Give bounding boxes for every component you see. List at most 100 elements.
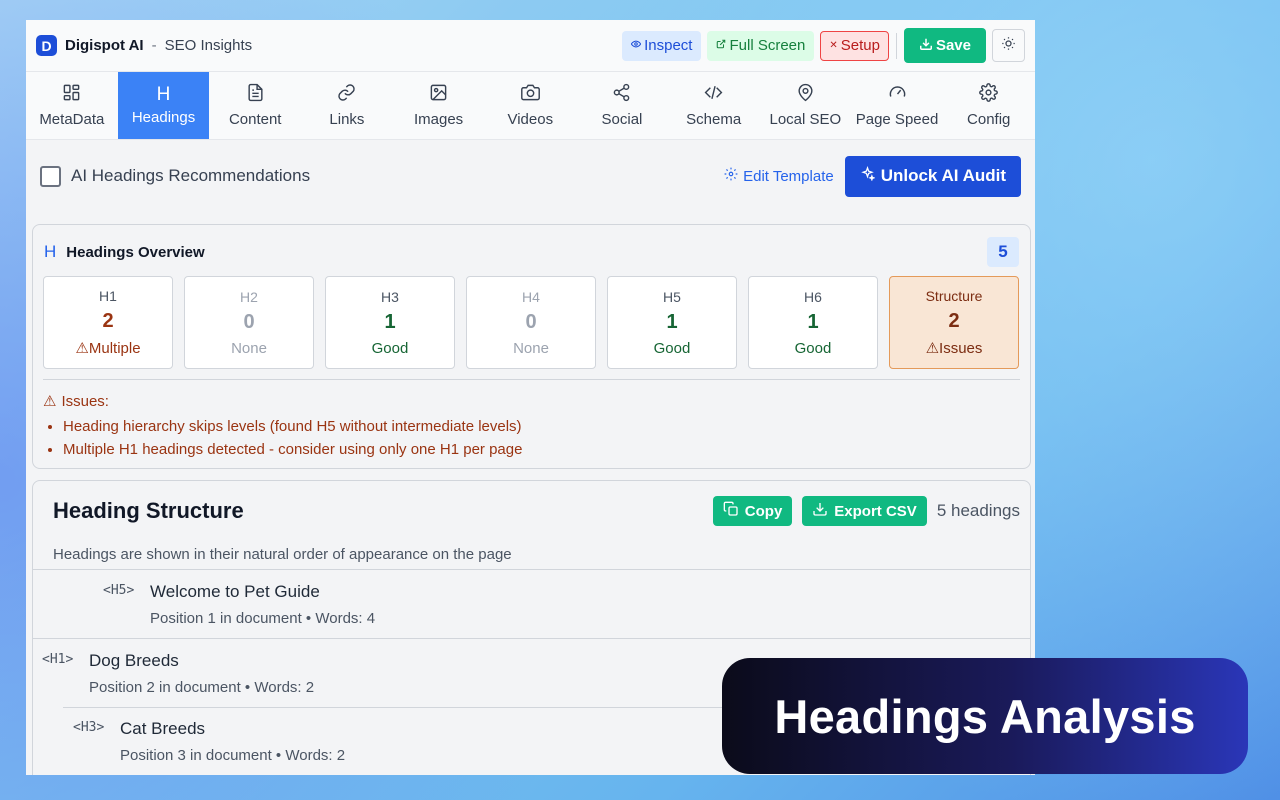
card-value: 2 bbox=[102, 310, 114, 332]
h6-card: H6 1 Good bbox=[748, 276, 878, 369]
warning-icon: ⚠ bbox=[75, 340, 89, 357]
copy-label: Copy bbox=[744, 502, 783, 520]
save-label: Save bbox=[935, 37, 971, 54]
heading-tag: <H5> bbox=[103, 583, 135, 598]
issue-item: Multiple H1 headings detected - consider… bbox=[63, 438, 1020, 461]
card-status: Good bbox=[794, 339, 832, 357]
card-label: H5 bbox=[663, 288, 681, 305]
download-icon bbox=[919, 37, 933, 55]
ai-recommendations-checkbox[interactable] bbox=[40, 165, 61, 187]
card-status: Good bbox=[371, 339, 409, 357]
sun-icon bbox=[1001, 36, 1016, 56]
heading-tag: <H1> bbox=[42, 652, 74, 667]
card-label: H4 bbox=[522, 288, 540, 305]
promo-badge: Headings Analysis bbox=[722, 658, 1248, 774]
card-status-text: Multiple bbox=[88, 340, 141, 357]
tab-schema[interactable]: Schema bbox=[668, 72, 760, 139]
setup-button[interactable]: ✕ Setup bbox=[820, 30, 889, 61]
tab-images[interactable]: Images bbox=[393, 72, 485, 139]
tab-content[interactable]: Content bbox=[209, 72, 301, 139]
tab-label: MetaData bbox=[39, 111, 105, 128]
tab-social[interactable]: Social bbox=[576, 72, 668, 139]
issues-list: Heading hierarchy skips levels (found H5… bbox=[43, 415, 1020, 461]
tab-label: Content bbox=[228, 111, 282, 128]
tab-page-speed[interactable]: Page Speed bbox=[851, 72, 943, 139]
tab-local-seo[interactable]: Local SEO bbox=[760, 72, 852, 139]
tab-label: Videos bbox=[507, 111, 554, 128]
edit-template-label: Edit Template bbox=[743, 167, 834, 185]
image-icon bbox=[429, 83, 448, 106]
gear-icon bbox=[724, 167, 738, 185]
overview-header: H Headings Overview 5 bbox=[33, 225, 1030, 267]
headings-count: 5 headings bbox=[936, 501, 1020, 520]
gauge-icon bbox=[888, 83, 907, 106]
structure-description: Headings are shown in their natural orde… bbox=[53, 546, 512, 563]
export-csv-button[interactable]: Export CSV bbox=[802, 496, 927, 526]
tab-videos[interactable]: Videos bbox=[484, 72, 576, 139]
share-icon bbox=[612, 83, 631, 106]
copy-icon bbox=[723, 501, 739, 521]
brand-name: Digispot AI bbox=[65, 37, 144, 54]
edit-template-link[interactable]: Edit Template bbox=[724, 167, 834, 185]
tab-label: Links bbox=[329, 111, 365, 128]
copy-button[interactable]: Copy bbox=[712, 496, 793, 526]
heading-meta: Position 1 in document • Words: 4 bbox=[150, 610, 376, 627]
structure-header: Heading Structure Copy Export CSV 5 head… bbox=[33, 481, 1030, 529]
tab-config[interactable]: Config bbox=[943, 72, 1035, 139]
code-icon bbox=[704, 83, 723, 106]
card-label: H3 bbox=[381, 288, 399, 305]
ai-recommendations-label: AI Headings Recommendations bbox=[71, 166, 311, 185]
top-bar: D Digispot AI - SEO Insights Inspect Ful… bbox=[26, 20, 1035, 72]
setup-label: Setup bbox=[840, 37, 880, 54]
tab-label: Headings bbox=[131, 109, 196, 126]
unlock-ai-audit-button[interactable]: Unlock AI Audit bbox=[844, 155, 1021, 197]
heading-tag: <H3> bbox=[73, 720, 105, 735]
heading-text: Cat Breeds bbox=[120, 719, 206, 738]
structure-actions: Copy Export CSV 5 headings bbox=[712, 496, 1020, 526]
h2-card: H2 0 None bbox=[184, 276, 314, 369]
heading-row[interactable]: <H5> Welcome to Pet Guide Position 1 in … bbox=[33, 569, 1030, 638]
tab-links[interactable]: Links bbox=[301, 72, 393, 139]
warning-icon: ⚠ bbox=[43, 393, 57, 410]
card-value: 0 bbox=[243, 310, 255, 333]
gear-icon bbox=[979, 83, 999, 106]
inspect-label: Inspect bbox=[644, 37, 693, 54]
full-screen-button[interactable]: Full Screen bbox=[707, 30, 815, 61]
heading-text: Welcome to Pet Guide bbox=[150, 582, 320, 601]
card-value: 2 bbox=[948, 310, 960, 332]
tab-label: Images bbox=[413, 111, 464, 128]
download-icon bbox=[812, 501, 828, 521]
map-pin-icon bbox=[796, 83, 815, 106]
card-value: 1 bbox=[666, 310, 678, 333]
h3-card: H3 1 Good bbox=[325, 276, 455, 369]
card-status: ⚠Multiple bbox=[75, 339, 140, 357]
top-actions: Inspect Full Screen ✕ Setup Save bbox=[622, 28, 1025, 63]
tab-headings[interactable]: H Headings bbox=[117, 72, 210, 139]
h1-card: H1 2 ⚠Multiple bbox=[43, 276, 173, 369]
camera-icon bbox=[520, 83, 540, 106]
tab-label: Config bbox=[967, 111, 1011, 128]
heading-icon: H bbox=[156, 84, 171, 105]
heading-meta: Position 2 in document • Words: 2 bbox=[89, 679, 315, 696]
card-label: H2 bbox=[240, 288, 258, 305]
theme-toggle-button[interactable] bbox=[992, 29, 1025, 62]
heading-level-cards: H1 2 ⚠Multiple H2 0 None H3 1 Good H4 0 … bbox=[33, 265, 1030, 369]
save-button[interactable]: Save bbox=[903, 28, 986, 63]
card-status: None bbox=[231, 339, 267, 357]
grid-icon bbox=[62, 83, 81, 106]
inspect-button[interactable]: Inspect bbox=[622, 30, 702, 61]
card-label: H6 bbox=[804, 288, 822, 305]
issue-item: Heading hierarchy skips levels (found H5… bbox=[63, 415, 1020, 438]
ai-recommendations-row: AI Headings Recommendations Edit Templat… bbox=[26, 140, 1035, 212]
title-separator: - bbox=[151, 37, 157, 54]
tab-metadata[interactable]: MetaData bbox=[26, 72, 118, 139]
tab-label: Schema bbox=[686, 111, 742, 128]
warning-icon: ⚠ bbox=[925, 340, 940, 357]
toolbar-divider bbox=[895, 32, 897, 59]
heading-text: Dog Breeds bbox=[89, 651, 179, 670]
heading-meta: Position 3 in document • Words: 2 bbox=[120, 747, 346, 764]
document-icon bbox=[246, 83, 265, 106]
unlock-ai-audit-label: Unlock AI Audit bbox=[880, 166, 1006, 185]
app-logo: D bbox=[36, 35, 57, 56]
link-icon bbox=[337, 83, 356, 106]
